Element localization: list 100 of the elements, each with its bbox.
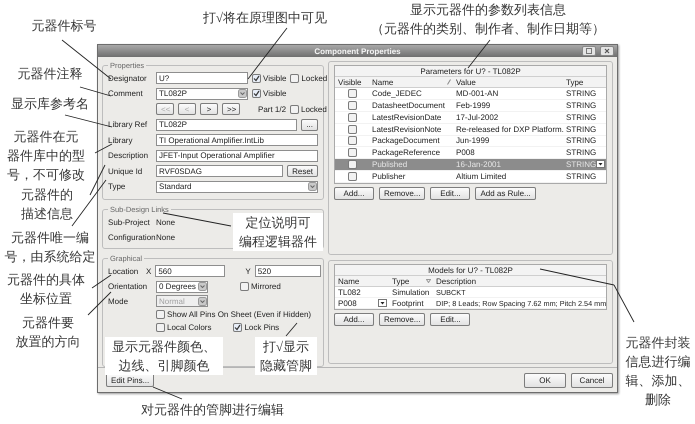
checkbox[interactable]	[240, 282, 249, 292]
table-cell: P008	[338, 298, 357, 308]
checkbox[interactable]	[156, 323, 165, 332]
checkbox[interactable]	[348, 160, 357, 169]
annotation-text: 对元器件的管脚进行编辑	[140, 401, 285, 419]
column-header[interactable]: Value	[453, 78, 563, 87]
nav-button[interactable]: >>	[222, 103, 240, 116]
checkbox[interactable]	[348, 89, 357, 98]
input-field[interactable]: 560	[155, 265, 226, 278]
table-button[interactable]: Edit...	[430, 186, 470, 200]
column-header[interactable]: Visible	[335, 78, 369, 87]
sort-icon	[447, 79, 451, 86]
dropdown[interactable]: Standard	[156, 180, 318, 193]
dropdown[interactable]: 0 Degrees	[156, 280, 208, 293]
reset-button[interactable]: Reset	[287, 165, 318, 178]
table-cell-text: 17-Jul-2002	[455, 112, 500, 122]
table-cell-text: LatestRevisionNote	[371, 124, 442, 134]
field-label: Sub-Project	[108, 218, 151, 227]
field-label: X	[146, 266, 152, 276]
input-field[interactable]: TI Operational Amplifier.IntLib	[156, 134, 318, 146]
leader-line	[94, 144, 112, 154]
checkbox[interactable]	[233, 323, 242, 332]
checkbox[interactable]	[290, 74, 300, 83]
checkbox[interactable]	[348, 124, 357, 134]
checkbox[interactable]	[252, 89, 261, 98]
input-field[interactable]: U?	[156, 72, 248, 84]
part-label: Part 1/2	[258, 104, 286, 114]
leader-line	[248, 28, 288, 80]
checkbox[interactable]	[348, 148, 357, 158]
annotation-text: 定位说明可 编程逻辑器件	[233, 213, 323, 251]
column-header[interactable]: Name	[369, 78, 453, 87]
input-field[interactable]: 520	[254, 265, 321, 278]
dropdown-arrow-icon[interactable]	[596, 160, 606, 168]
field-label: Unique Id	[108, 166, 144, 176]
table-cell-text: MD-001-AN	[455, 89, 500, 98]
browse-button[interactable]: ...	[301, 118, 318, 131]
table-cell-text: Simulation	[391, 288, 430, 297]
table-row[interactable]: DatasheetDocument Feb-1999 STRING	[335, 100, 606, 112]
dropdown-arrow-icon[interactable]	[378, 299, 387, 308]
field-label: Library Ref	[108, 120, 148, 130]
close-button[interactable]	[600, 46, 614, 56]
checkbox[interactable]	[348, 136, 357, 146]
leader-line	[286, 322, 298, 336]
field-label: Comment	[108, 89, 144, 98]
annotation-text: 元器件唯一编 号，由系统给定	[4, 229, 96, 266]
table-button[interactable]: Remove...	[379, 186, 426, 200]
column-header[interactable]: Description	[433, 276, 606, 286]
checkbox[interactable]	[348, 112, 357, 122]
table-cell-text: Jun-1999	[455, 136, 490, 146]
table-cell-text: LatestRevisionDate	[371, 112, 442, 122]
annotation-text: 元器件要 放置的方向	[14, 314, 82, 351]
leader-line	[468, 40, 490, 68]
checkbox[interactable]	[156, 310, 165, 320]
table-cell-text: PackageReference	[371, 148, 442, 158]
checkbox[interactable]	[348, 101, 357, 110]
table-button[interactable]: Add...	[334, 313, 374, 326]
table-cell-text: 16-Jan-2001	[455, 160, 502, 169]
table-cell-text: Feb-1999	[455, 101, 492, 110]
cancel-button[interactable]: Cancel	[571, 372, 613, 388]
input-field[interactable]: TL082P	[156, 118, 298, 131]
table-row[interactable]: LatestRevisionDate 17-Jul-2002 STRING	[335, 112, 606, 124]
table-cell: STRING	[566, 160, 596, 169]
input-field[interactable]: JFET-Input Operational Amplifier	[156, 150, 318, 162]
annotation-text: 元器件的 描述信息	[20, 186, 74, 223]
table-cell-text: Publisher	[371, 172, 406, 181]
table-button[interactable]: Add as Rule...	[475, 186, 536, 200]
checkbox-label: Mirrored	[251, 282, 281, 292]
table-row[interactable]: Code_JEDEC MD-001-AN STRING	[335, 88, 606, 100]
table-cell-text: Footprint	[391, 298, 425, 308]
ok-button[interactable]: OK	[524, 372, 566, 388]
table-cell: STRING	[566, 89, 596, 98]
checkbox-label: Locked	[301, 74, 328, 83]
table-row[interactable]: Publisher Altium Limited STRING	[335, 170, 606, 183]
column-header[interactable]: Name	[335, 276, 389, 286]
table-cell-text: Altium Limited	[455, 172, 508, 181]
table-cell-text: Re-released for DXP Platform.	[455, 124, 563, 134]
table-row[interactable]: PackageDocument Jun-1999 STRING	[335, 136, 606, 148]
table-title: Models for U? - TL082P	[335, 265, 606, 276]
input-field[interactable]: RVF0SDAG	[156, 165, 284, 178]
field-label: Orientation	[108, 282, 148, 292]
table-button[interactable]: Add...	[334, 186, 374, 200]
table-cell-text: Published	[371, 160, 408, 169]
field-label: Designator	[108, 74, 148, 83]
nav-button[interactable]: >	[200, 103, 218, 116]
checkbox[interactable]	[290, 104, 300, 114]
checkbox-label: Lock Pins	[244, 323, 280, 332]
field-label: Library	[108, 136, 134, 145]
table-button[interactable]: Edit...	[430, 313, 470, 326]
checkbox[interactable]	[252, 74, 261, 83]
annotation-text: 显示库参考名	[10, 95, 90, 113]
annotation-text: 元器件注释	[16, 65, 84, 83]
table-button[interactable]: Remove...	[379, 313, 426, 326]
dropdown[interactable]: TL082P	[156, 88, 248, 100]
close-icon	[604, 48, 610, 54]
table-row[interactable]: LatestRevisionNote Re-released for DXP Platform. STRING	[335, 124, 606, 136]
column-header[interactable]: Type	[389, 276, 433, 286]
table-cell: TL082	[338, 288, 361, 297]
window-title: Component Properties	[314, 46, 401, 56]
checkbox[interactable]	[348, 172, 357, 181]
column-header[interactable]: Type	[563, 78, 606, 87]
